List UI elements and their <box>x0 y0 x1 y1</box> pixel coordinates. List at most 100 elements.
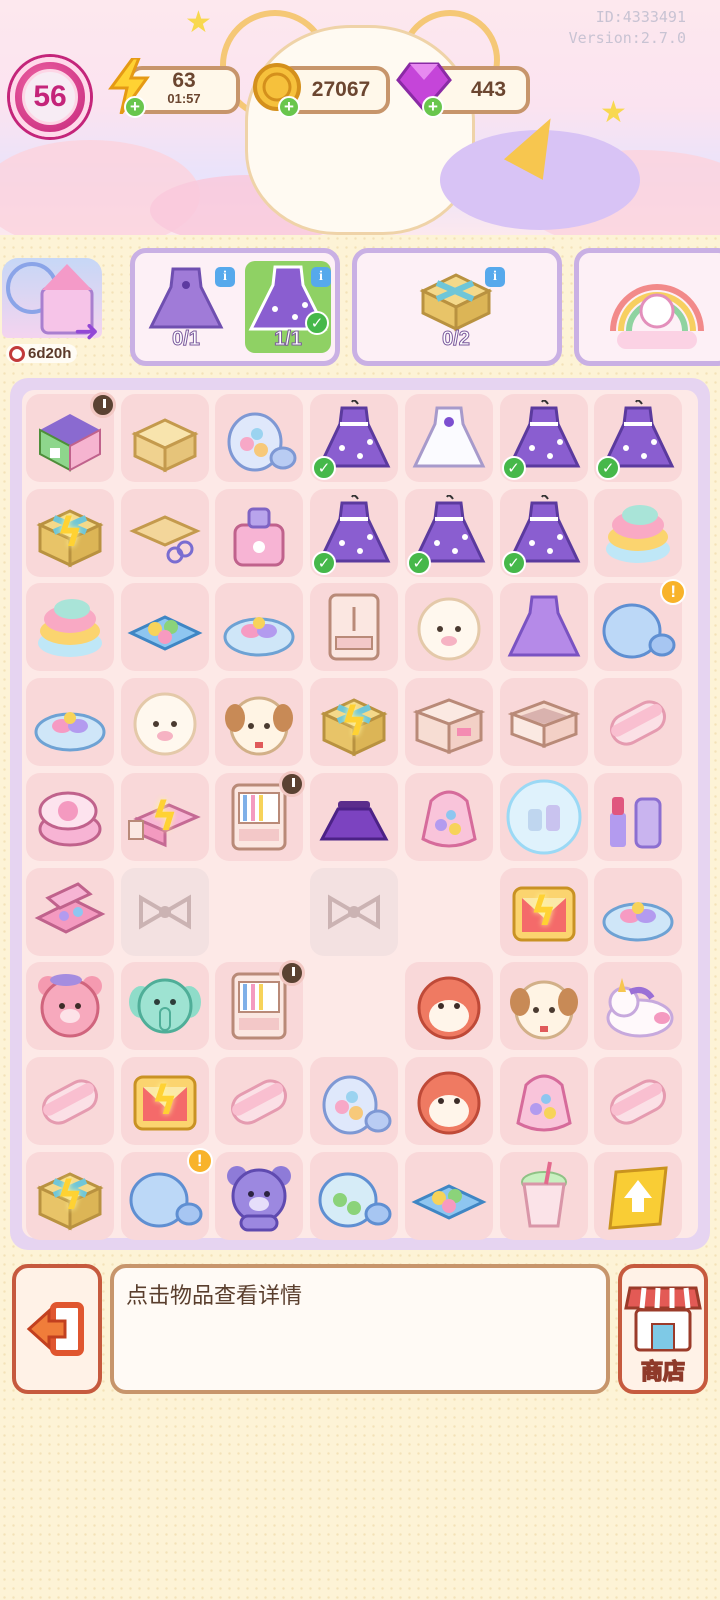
board-cell[interactable] <box>215 868 303 956</box>
alert-icon: ! <box>186 1147 213 1174</box>
board-cell[interactable]: ϟ <box>26 1151 114 1240</box>
board-cell[interactable]: ϟ <box>120 1056 209 1145</box>
board-cell[interactable] <box>26 867 114 956</box>
board-cell[interactable] <box>120 394 209 482</box>
marshmallow-icon <box>32 1063 108 1139</box>
coin-value: 27067 <box>311 78 371 101</box>
board-cell[interactable]: ✓ <box>310 394 399 482</box>
board-cell[interactable]: ✓ <box>499 488 588 577</box>
board-cell[interactable]: ✓ <box>310 488 399 577</box>
board-cell[interactable] <box>405 868 493 956</box>
puppy-plush-icon <box>506 968 582 1044</box>
board-cell[interactable] <box>120 962 209 1051</box>
board-cell[interactable] <box>215 394 304 482</box>
board-cell[interactable] <box>499 1151 588 1240</box>
board-cell[interactable] <box>594 772 683 861</box>
board-cell[interactable] <box>215 583 304 672</box>
teal-elephant-icon <box>127 968 203 1044</box>
unicorn-rainbow-icon <box>610 284 704 349</box>
add-gems-button[interactable]: + <box>422 96 444 118</box>
add-coins-button[interactable]: + <box>278 96 300 118</box>
cotton-candy-icon <box>600 495 676 571</box>
board-cell[interactable] <box>26 1056 114 1145</box>
board-cell[interactable]: ✓ <box>594 394 683 482</box>
order-card[interactable] <box>574 248 720 366</box>
board-cell[interactable] <box>26 772 114 861</box>
board-cell[interactable] <box>499 962 588 1051</box>
exit-button[interactable] <box>12 1264 102 1394</box>
board-cell[interactable] <box>594 1151 683 1240</box>
purple-dress-icon <box>506 589 582 665</box>
board-cell[interactable] <box>26 392 116 482</box>
board-cell[interactable] <box>120 867 209 956</box>
board-cell[interactable]: ϟ <box>310 678 399 767</box>
board-cell[interactable] <box>404 772 493 861</box>
board-cell[interactable] <box>215 1056 304 1145</box>
board-cell[interactable] <box>404 583 493 672</box>
board-cell[interactable]: ϟ <box>120 772 209 861</box>
check-icon: ✓ <box>312 456 337 480</box>
board-cell[interactable] <box>215 488 304 577</box>
energy-bed-icon: ϟ <box>127 779 203 855</box>
level-badge[interactable]: 56 <box>10 57 90 137</box>
board-cell[interactable] <box>215 678 304 767</box>
board-cell[interactable] <box>310 867 399 956</box>
orders-row: ➜ 6d20h 0/1 i 1/1 i ✓ 0/2 i <box>0 248 720 368</box>
board-cell[interactable] <box>499 583 588 672</box>
board-cell[interactable] <box>120 678 209 767</box>
purple-bear-icon <box>221 1158 297 1234</box>
board-cell[interactable] <box>215 1151 304 1240</box>
order-card[interactable]: 0/2 i <box>352 248 562 366</box>
board-cell[interactable] <box>404 1056 493 1145</box>
board-cell[interactable] <box>310 962 398 1050</box>
board-cell[interactable]: ! <box>594 579 687 672</box>
top-banner: ★ ★ ID:4333491 Version:2.7.0 <box>0 0 720 235</box>
add-energy-button[interactable]: + <box>124 96 146 118</box>
board-cell[interactable] <box>310 1056 399 1145</box>
board-cell[interactable] <box>310 583 399 672</box>
board-cell[interactable] <box>594 867 683 956</box>
board-cell[interactable] <box>404 394 493 482</box>
check-icon: ✓ <box>305 311 329 335</box>
board-cell[interactable] <box>404 962 493 1051</box>
order-card[interactable]: 0/1 i 1/1 i ✓ <box>130 248 340 366</box>
board-cell[interactable] <box>499 1056 588 1145</box>
board-cell[interactable] <box>310 1151 399 1240</box>
board-cell[interactable] <box>215 960 306 1051</box>
star-icon: ★ <box>185 5 212 40</box>
info-icon[interactable]: i <box>485 267 505 287</box>
board-cell[interactable] <box>215 770 306 861</box>
board-cell[interactable]: ϟ <box>499 867 588 956</box>
board-cell[interactable]: ✓ <box>404 488 493 577</box>
board-cell[interactable] <box>594 488 683 577</box>
board-cell[interactable]: ✓ <box>499 394 588 482</box>
info-icon[interactable]: i <box>215 267 235 287</box>
board-cell[interactable]: ! <box>120 1147 213 1240</box>
order-item-complete: 1/1 i ✓ <box>245 261 331 353</box>
board-cell[interactable] <box>499 678 588 767</box>
clock-icon <box>279 770 306 797</box>
info-icon[interactable]: i <box>311 267 331 287</box>
board-cell[interactable] <box>404 678 493 767</box>
glass-jar-icon: ! <box>600 579 687 665</box>
event-tile[interactable]: ➜ 6d20h <box>0 248 118 368</box>
board-cell[interactable] <box>404 1151 493 1240</box>
board-cell[interactable] <box>310 772 399 861</box>
sparkly-purple-dress-icon: ✓ <box>406 494 487 575</box>
board-cell[interactable] <box>120 583 209 672</box>
board-cell[interactable]: ϟ <box>26 488 114 577</box>
board-cell[interactable] <box>26 962 114 1051</box>
board-cell[interactable] <box>499 772 588 861</box>
lightning-icon: ϟ <box>56 509 84 556</box>
board-cell[interactable] <box>594 678 683 767</box>
board-cell[interactable] <box>26 678 114 767</box>
candy-tray-icon <box>127 589 203 665</box>
board-cell[interactable] <box>120 488 209 577</box>
board-cell[interactable] <box>594 962 683 1051</box>
board-cell[interactable] <box>26 583 114 672</box>
item-info-text: 点击物品查看详情 <box>126 1284 303 1309</box>
order-item: 0/2 i <box>413 261 505 353</box>
board-cell[interactable] <box>594 1056 683 1145</box>
perfume-bottle-icon <box>221 495 297 571</box>
shop-button[interactable]: 商店 <box>618 1264 708 1394</box>
